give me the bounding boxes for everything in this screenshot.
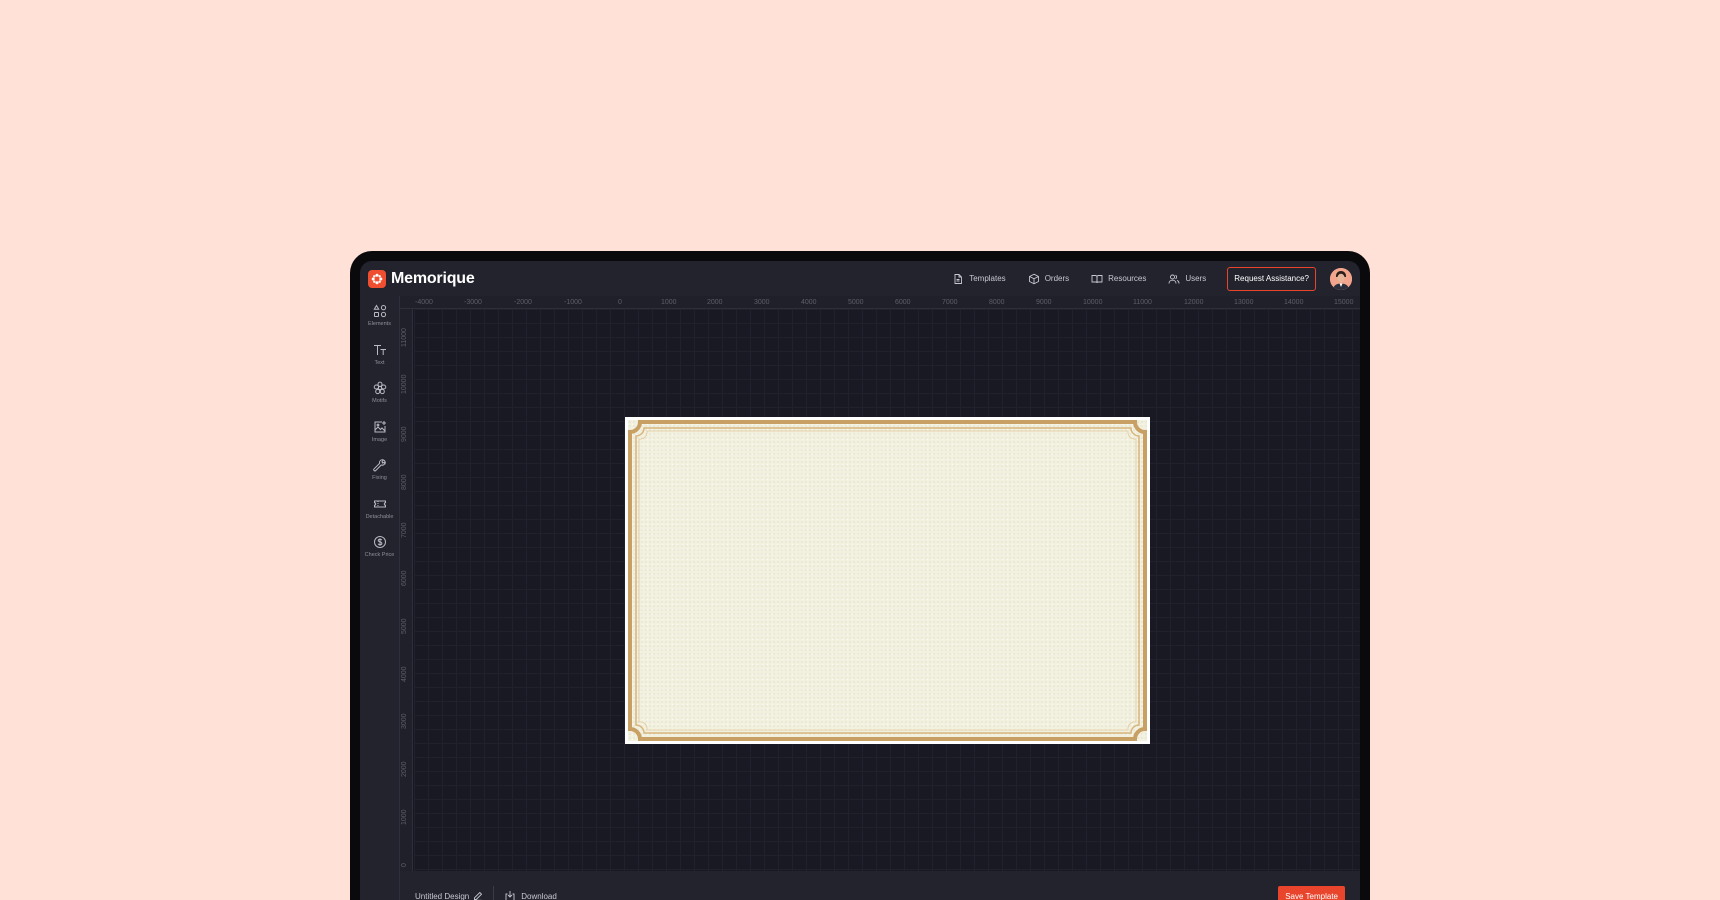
ruler-tick: -3000 (464, 299, 482, 306)
tool-image[interactable]: Image (360, 412, 399, 451)
nav-label: Resources (1108, 274, 1147, 283)
ruler-tick: 2000 (401, 761, 408, 777)
dollar-icon (373, 536, 386, 548)
ruler-tick: 7000 (401, 522, 408, 538)
ruler-tick: 1000 (401, 809, 408, 825)
ruler-tick: 9000 (401, 426, 408, 442)
ruler-tick: 3000 (754, 299, 770, 306)
ruler-tick: 8000 (989, 299, 1005, 306)
ruler-tick: 8000 (401, 474, 408, 490)
ruler-tick: 3000 (401, 713, 408, 729)
user-avatar[interactable] (1330, 267, 1352, 290)
book-icon (1091, 274, 1103, 283)
horizontal-ruler: -4000 -3000 -2000 -1000 0 1000 2000 3000… (400, 296, 1360, 309)
ruler-tick: 14000 (1284, 299, 1304, 306)
ruler-tick: 6000 (401, 570, 408, 586)
request-assistance-button[interactable]: Request Assistance? (1227, 266, 1316, 291)
nav-templates[interactable]: Templates (941, 273, 1016, 285)
file-icon (954, 273, 963, 284)
tool-detachable[interactable]: Detachable (360, 489, 399, 528)
tool-label: Elements (368, 321, 391, 327)
tool-elements[interactable]: Elements (360, 296, 399, 335)
ruler-tick: 11000 (1133, 299, 1152, 306)
ruler-tick: 2000 (707, 299, 723, 306)
tool-check-price[interactable]: Check Price (360, 527, 399, 566)
shapes-icon (372, 304, 386, 318)
gold-frame-border (628, 420, 1147, 741)
tool-label: Image (371, 436, 388, 443)
nav-users[interactable]: Users (1157, 273, 1217, 285)
design-name-editor[interactable]: Untitled Design (415, 886, 495, 900)
app-name: Memorique (391, 269, 475, 287)
tool-label: Check Price (364, 552, 395, 558)
ruler-tick: 1000 (661, 299, 677, 306)
bottom-bar: Untitled Design Download Save Template (400, 871, 1360, 900)
ticket-icon (373, 500, 386, 507)
users-icon (1168, 274, 1180, 284)
pencil-icon (474, 891, 483, 900)
ruler-tick: -2000 (514, 299, 532, 306)
top-bar: Memorique Templates Orders Resources Use… (360, 261, 1360, 296)
nav-label: Orders (1044, 274, 1070, 283)
ruler-tick: 0 (401, 863, 408, 867)
device-frame: Memorique Templates Orders Resources Use… (350, 251, 1370, 900)
ruler-tick: 11000 (401, 328, 408, 347)
card-texture (628, 420, 1147, 741)
tool-label: Fixing (372, 475, 387, 481)
main-nav: Templates Orders Resources Users Request… (941, 266, 1352, 291)
save-template-button[interactable]: Save Template (1278, 886, 1345, 900)
ruler-tick: 4000 (801, 299, 817, 306)
ruler-tick: 7000 (942, 299, 958, 306)
memorial-card[interactable] (625, 417, 1150, 744)
wrench-icon (372, 459, 386, 472)
ruler-tick: 10000 (1083, 299, 1103, 306)
ruler-tick: 6000 (895, 299, 911, 306)
nav-orders[interactable]: Orders (1017, 273, 1080, 285)
ruler-tick: 5000 (848, 299, 864, 306)
nav-resources[interactable]: Resources (1080, 273, 1157, 285)
ruler-tick: 13000 (1234, 299, 1254, 306)
download-label: Download (521, 891, 557, 900)
vertical-ruler: 11000 10000 9000 8000 7000 6000 5000 400… (400, 309, 413, 871)
tool-fixing[interactable]: Fixing (360, 450, 399, 489)
nav-label: Users (1185, 274, 1207, 283)
tool-label: Motifs (372, 398, 387, 404)
design-name: Untitled Design (415, 891, 470, 900)
ruler-tick: 5000 (401, 618, 408, 634)
box-icon (1028, 273, 1039, 284)
design-canvas[interactable] (414, 309, 1360, 871)
tool-motifs[interactable]: Motifs (360, 373, 399, 412)
ruler-tick: 10000 (401, 374, 408, 394)
ruler-tick: -1000 (564, 299, 582, 306)
ruler-tick: 12000 (1184, 299, 1204, 306)
image-add-icon (374, 420, 386, 432)
tool-sidebar: Elements Text Motifs Image Fixing Detach… (360, 296, 400, 900)
ruler-tick: 9000 (1036, 299, 1052, 306)
tool-label: Detachable (365, 513, 394, 520)
ruler-tick: 4000 (401, 666, 408, 682)
download-icon (505, 891, 515, 900)
logo-icon (368, 269, 386, 288)
ruler-tick: 15000 (1334, 299, 1354, 306)
text-icon (373, 344, 386, 355)
ruler-tick: -4000 (415, 299, 433, 306)
nav-label: Templates (969, 274, 1006, 283)
download-button[interactable]: Download (494, 890, 557, 900)
tool-label: Text (374, 359, 385, 366)
flower-icon (373, 381, 386, 395)
logo[interactable]: Memorique (368, 269, 475, 288)
app-screen: Memorique Templates Orders Resources Use… (360, 261, 1360, 900)
ruler-tick: 0 (618, 299, 622, 306)
tool-text[interactable]: Text (360, 335, 399, 374)
